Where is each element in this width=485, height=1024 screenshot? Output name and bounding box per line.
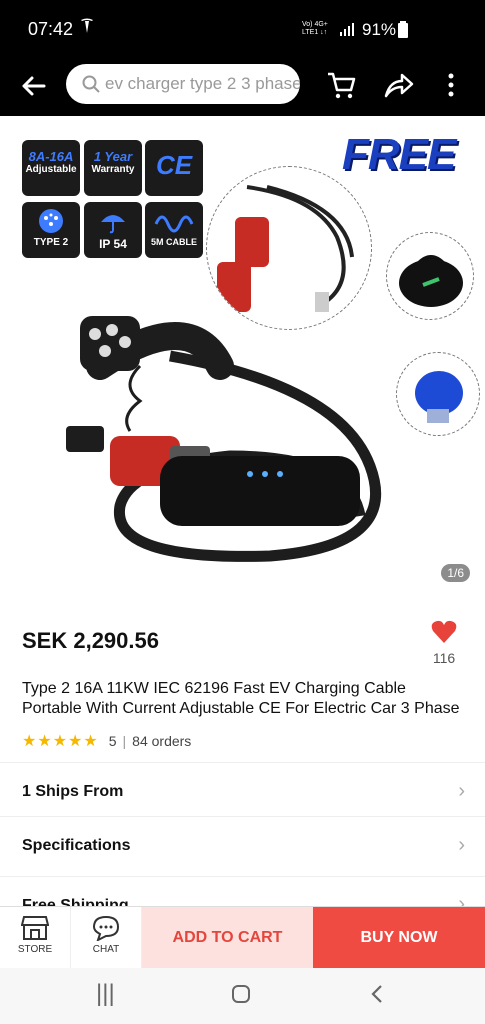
- heart-icon[interactable]: [430, 618, 458, 646]
- free-label: FREE: [342, 130, 456, 179]
- status-bar: 07:42 Vo) 4G+ LTE1 ↓↑ 91%: [0, 0, 485, 58]
- home-icon[interactable]: [231, 984, 251, 1004]
- feature-badge-ip54: IP 54: [84, 202, 142, 258]
- image-counter: 1/6: [441, 564, 470, 582]
- rating-divider: |: [122, 733, 127, 749]
- back-arrow-icon[interactable]: [18, 71, 48, 101]
- chat-icon: [92, 915, 120, 942]
- chat-button[interactable]: CHAT: [71, 907, 142, 969]
- store-icon: [20, 916, 50, 940]
- rating-value: 5: [108, 733, 117, 749]
- feature-badge-cable: 5M CABLE: [145, 202, 203, 258]
- chevron-right-icon: ›: [458, 834, 465, 856]
- app-header: ev charger type 2 3 phase: [0, 58, 485, 116]
- rating-summary[interactable]: ★ ★ ★ ★ ★ 5 | 84 orders: [22, 731, 191, 751]
- clock: 07:42: [28, 19, 74, 39]
- type2-plug-icon: [39, 209, 63, 233]
- system-back-icon[interactable]: [370, 984, 384, 1004]
- charger-product-image: [66, 316, 382, 562]
- search-placeholder: ev charger type 2 3 phase: [105, 74, 300, 93]
- add-to-cart-button[interactable]: ADD TO CART: [142, 907, 313, 969]
- store-label: STORE: [17, 944, 53, 955]
- signal-icon: [340, 23, 354, 36]
- product-price: SEK 2,290.56: [22, 628, 159, 653]
- specifications-row[interactable]: Specifications ›: [0, 816, 485, 874]
- cart-icon[interactable]: [326, 70, 356, 100]
- more-options-icon[interactable]: [446, 70, 456, 100]
- specifications-label: Specifications: [22, 836, 131, 854]
- share-icon[interactable]: [382, 70, 414, 100]
- recent-apps-icon[interactable]: |||: [96, 980, 115, 1008]
- purchase-bar: STORE CHAT ADD TO CART BUY NOW: [0, 906, 485, 969]
- battery-percent: 91%: [362, 20, 397, 39]
- wishlist-count: 116: [432, 650, 456, 666]
- feature-badge-type2: TYPE 2: [22, 202, 80, 258]
- search-input[interactable]: ev charger type 2 3 phase: [66, 64, 300, 104]
- network-indicator: Vo) 4G+ LTE1 ↓↑: [302, 21, 328, 36]
- search-icon: [82, 75, 100, 93]
- feature-badge-adjustable: 8A-16A Adjustable: [22, 140, 80, 196]
- store-button[interactable]: STORE: [0, 907, 71, 969]
- system-navigation-bar: |||: [0, 968, 485, 1024]
- ships-from-label: 1 Ships From: [22, 782, 124, 800]
- star-icon: ★: [52, 733, 68, 750]
- cable-icon: [154, 215, 194, 233]
- product-image-gallery[interactable]: 8A-16A Adjustable 1 Year Warranty CE TYPE …: [0, 116, 485, 600]
- star-icon: ★: [22, 733, 37, 750]
- tesla-app-icon: [81, 18, 93, 33]
- umbrella-icon: [101, 215, 125, 234]
- chat-label: CHAT: [92, 944, 120, 955]
- chevron-right-icon: ›: [458, 780, 465, 802]
- star-icon: ★: [68, 733, 83, 750]
- feature-badge-ce: CE: [145, 140, 203, 196]
- buy-now-button[interactable]: BUY NOW: [313, 907, 485, 969]
- product-title: Type 2 16A 11KW IEC 62196 Fast EV Chargi…: [22, 680, 460, 717]
- ships-from-row[interactable]: 1 Ships From ›: [0, 762, 485, 820]
- star-icon: ★: [83, 733, 98, 750]
- star-icon: ★: [37, 733, 52, 750]
- feature-badge-warranty: 1 Year Warranty: [84, 140, 142, 196]
- battery-icon: [398, 21, 408, 38]
- orders-count: 84 orders: [132, 733, 192, 749]
